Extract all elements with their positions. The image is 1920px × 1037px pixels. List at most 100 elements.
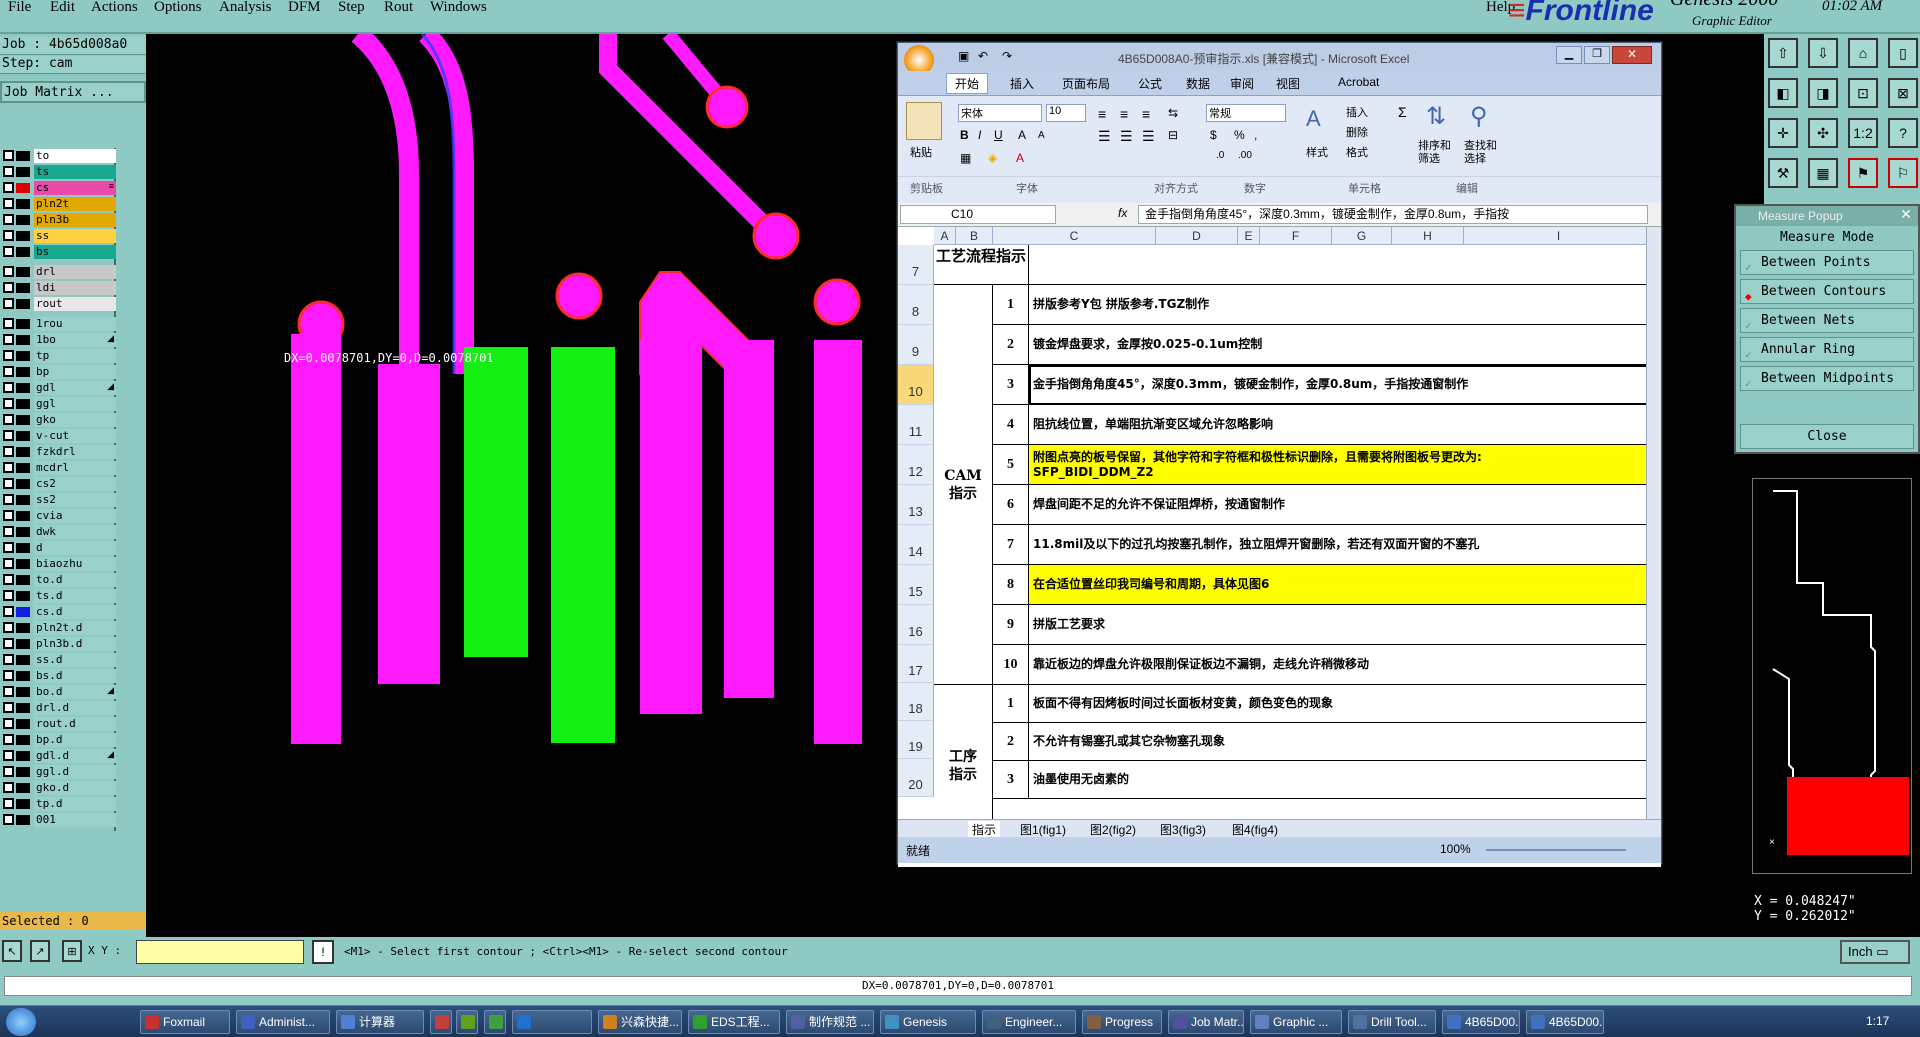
row-header[interactable]: 19 xyxy=(898,721,934,759)
layer-row-ss2[interactable]: ss2 xyxy=(2,492,116,508)
shrink-font-icon[interactable]: A xyxy=(1038,130,1045,141)
layer-row-ggl[interactable]: ggl xyxy=(2,396,116,412)
between-points-option[interactable]: ✓ Between Points xyxy=(1740,250,1914,275)
taskbar-item-14[interactable]: Graphic ... xyxy=(1250,1010,1342,1034)
ribbon-tab-6[interactable]: 视图 xyxy=(1276,75,1300,92)
find-select-icon[interactable]: ⚲ xyxy=(1470,102,1488,131)
taskbar-item-2[interactable]: 计算器 xyxy=(336,1010,424,1034)
item-number-cell[interactable]: 2 xyxy=(993,723,1029,761)
align-center-icon[interactable]: ☰ xyxy=(1120,128,1133,145)
layer-row-ss[interactable]: ss xyxy=(2,228,116,244)
item-number-cell[interactable]: 1 xyxy=(993,685,1029,723)
sheet-tab-4[interactable]: 图4(fig4) xyxy=(1228,821,1282,838)
snap-icon[interactable]: ⊡ xyxy=(1848,78,1878,108)
graphic-canvas[interactable]: DX=0.0078701,DY=0,D=0.0078701 xyxy=(146,34,896,937)
row-header[interactable]: 17 xyxy=(898,645,934,683)
font-name-select[interactable]: 宋体 xyxy=(958,104,1042,122)
layer-checkbox[interactable] xyxy=(3,654,14,665)
layer-checkbox[interactable] xyxy=(3,282,14,293)
layer-down-icon[interactable]: ⇩ xyxy=(1808,38,1838,68)
row-header[interactable]: 18 xyxy=(898,683,934,721)
pan-right-icon[interactable]: ◨ xyxy=(1808,78,1838,108)
layer-checkbox[interactable] xyxy=(3,382,14,393)
layer-row-ts[interactable]: ts xyxy=(2,164,116,180)
comma-icon[interactable]: , xyxy=(1254,128,1257,142)
layer-row-gko-d[interactable]: gko.d xyxy=(2,780,116,796)
between-contours-option[interactable]: ◆ Between Contours xyxy=(1740,279,1914,304)
layer-row-cvia[interactable]: cvia xyxy=(2,508,116,524)
layer-checkbox[interactable] xyxy=(3,558,14,569)
row-header[interactable]: 13 xyxy=(898,485,934,525)
layer-row-001[interactable]: 001 xyxy=(2,812,116,828)
vertical-scrollbar[interactable] xyxy=(1646,227,1661,819)
layer-row-fzkdrl[interactable]: fzkdrl xyxy=(2,444,116,460)
help-icon[interactable]: ? xyxy=(1888,118,1918,148)
layer-row-dwk[interactable]: dwk xyxy=(2,524,116,540)
zoom-fit-icon[interactable]: ⊠ xyxy=(1888,78,1918,108)
name-box[interactable]: C10 xyxy=(900,205,1056,224)
layer-row-drl-d[interactable]: drl.d xyxy=(2,700,116,716)
instruction-cell[interactable]: 靠近板边的焊盘允许极限削保证板边不漏铜，走线允许稍微移动 xyxy=(1029,645,1654,685)
layer-checkbox[interactable] xyxy=(3,446,14,457)
layer-checkbox[interactable] xyxy=(3,638,14,649)
sheet-tab-3[interactable]: 图3(fig3) xyxy=(1156,821,1210,838)
header-blank-cell[interactable] xyxy=(1029,245,1654,285)
undo-icon[interactable]: ↶ xyxy=(978,49,988,63)
taskbar-item-6[interactable] xyxy=(512,1010,592,1034)
layer-checkbox[interactable] xyxy=(3,814,14,825)
item-number-cell[interactable]: 3 xyxy=(993,365,1029,405)
menu-rout[interactable]: Rout xyxy=(384,0,413,16)
instruction-cell[interactable]: 油墨使用无卤素的 xyxy=(1029,761,1654,799)
layer-checkbox[interactable] xyxy=(3,526,14,537)
item-number-cell[interactable]: 10 xyxy=(993,645,1029,685)
taskbar-item-1[interactable]: Administ... xyxy=(236,1010,330,1034)
align-right-icon[interactable]: ☰ xyxy=(1142,128,1155,145)
layer-row-cs[interactable]: cs ≡ xyxy=(2,180,116,196)
row-header[interactable]: 9 xyxy=(898,325,934,365)
ribbon-tab-5[interactable]: 审阅 xyxy=(1230,75,1254,92)
item-number-cell[interactable]: 8 xyxy=(993,565,1029,605)
item-number-cell[interactable]: 2 xyxy=(993,325,1029,365)
item-number-cell[interactable]: 9 xyxy=(993,605,1029,645)
save-icon[interactable]: ▣ xyxy=(958,49,969,63)
info-icon[interactable]: ! xyxy=(312,940,334,964)
increase-decimal-icon[interactable]: .0 xyxy=(1216,150,1224,161)
column-header[interactable]: D xyxy=(1156,227,1238,245)
between-midpoints-option[interactable]: ✓ Between Midpoints xyxy=(1740,366,1914,391)
ribbon-tab-7[interactable]: Acrobat xyxy=(1338,75,1379,89)
layer-checkbox[interactable] xyxy=(3,702,14,713)
taskbar-item-9[interactable]: 制作规范 ... xyxy=(786,1010,874,1034)
layer-row-gko[interactable]: gko xyxy=(2,412,116,428)
wrap-text-icon[interactable]: ⇆ xyxy=(1168,106,1178,120)
menu-analysis[interactable]: Analysis xyxy=(219,0,272,16)
zoom-out-icon[interactable]: ✣ xyxy=(1808,118,1838,148)
currency-icon[interactable]: $ xyxy=(1210,128,1217,142)
row-header[interactable]: 15 xyxy=(898,565,934,605)
align-top-icon[interactable]: ≡ xyxy=(1098,106,1106,122)
layer-checkbox[interactable] xyxy=(3,574,14,585)
sheet-tab-0[interactable]: 指示 xyxy=(968,821,1001,838)
item-number-cell[interactable]: 3 xyxy=(993,761,1029,799)
layer-checkbox[interactable] xyxy=(3,494,14,505)
taskbar-item-8[interactable]: EDS工程... xyxy=(688,1010,780,1034)
layer-row-to[interactable]: to xyxy=(2,148,116,164)
column-header[interactable]: F xyxy=(1260,227,1332,245)
layer-row-gdl-d[interactable]: gdl.d ◢ xyxy=(2,748,116,764)
redo-icon[interactable]: ↷ xyxy=(1002,49,1012,63)
measure-alt-icon[interactable]: ⚐ xyxy=(1888,158,1918,188)
layer-checkbox[interactable] xyxy=(3,430,14,441)
sheet-tab-1[interactable]: 图1(fig1) xyxy=(1016,821,1070,838)
layer-checkbox[interactable] xyxy=(3,398,14,409)
function-icon[interactable]: fx xyxy=(1118,206,1127,220)
layer-checkbox[interactable] xyxy=(3,734,14,745)
align-bottom-icon[interactable]: ≡ xyxy=(1142,106,1150,122)
instruction-cell[interactable]: 镀金焊盘要求，金厚按0.025-0.1um控制 xyxy=(1029,325,1654,365)
item-number-cell[interactable]: 6 xyxy=(993,485,1029,525)
row-header[interactable]: 10 xyxy=(898,365,934,405)
layer-row-mcdrl[interactable]: mcdrl xyxy=(2,460,116,476)
measure-icon[interactable]: ⚑ xyxy=(1848,158,1878,188)
sheet-tab-2[interactable]: 图2(fig2) xyxy=(1086,821,1140,838)
layer-checkbox[interactable] xyxy=(3,462,14,473)
start-button[interactable] xyxy=(6,1008,36,1036)
taskbar-item-10[interactable]: Genesis xyxy=(880,1010,976,1034)
